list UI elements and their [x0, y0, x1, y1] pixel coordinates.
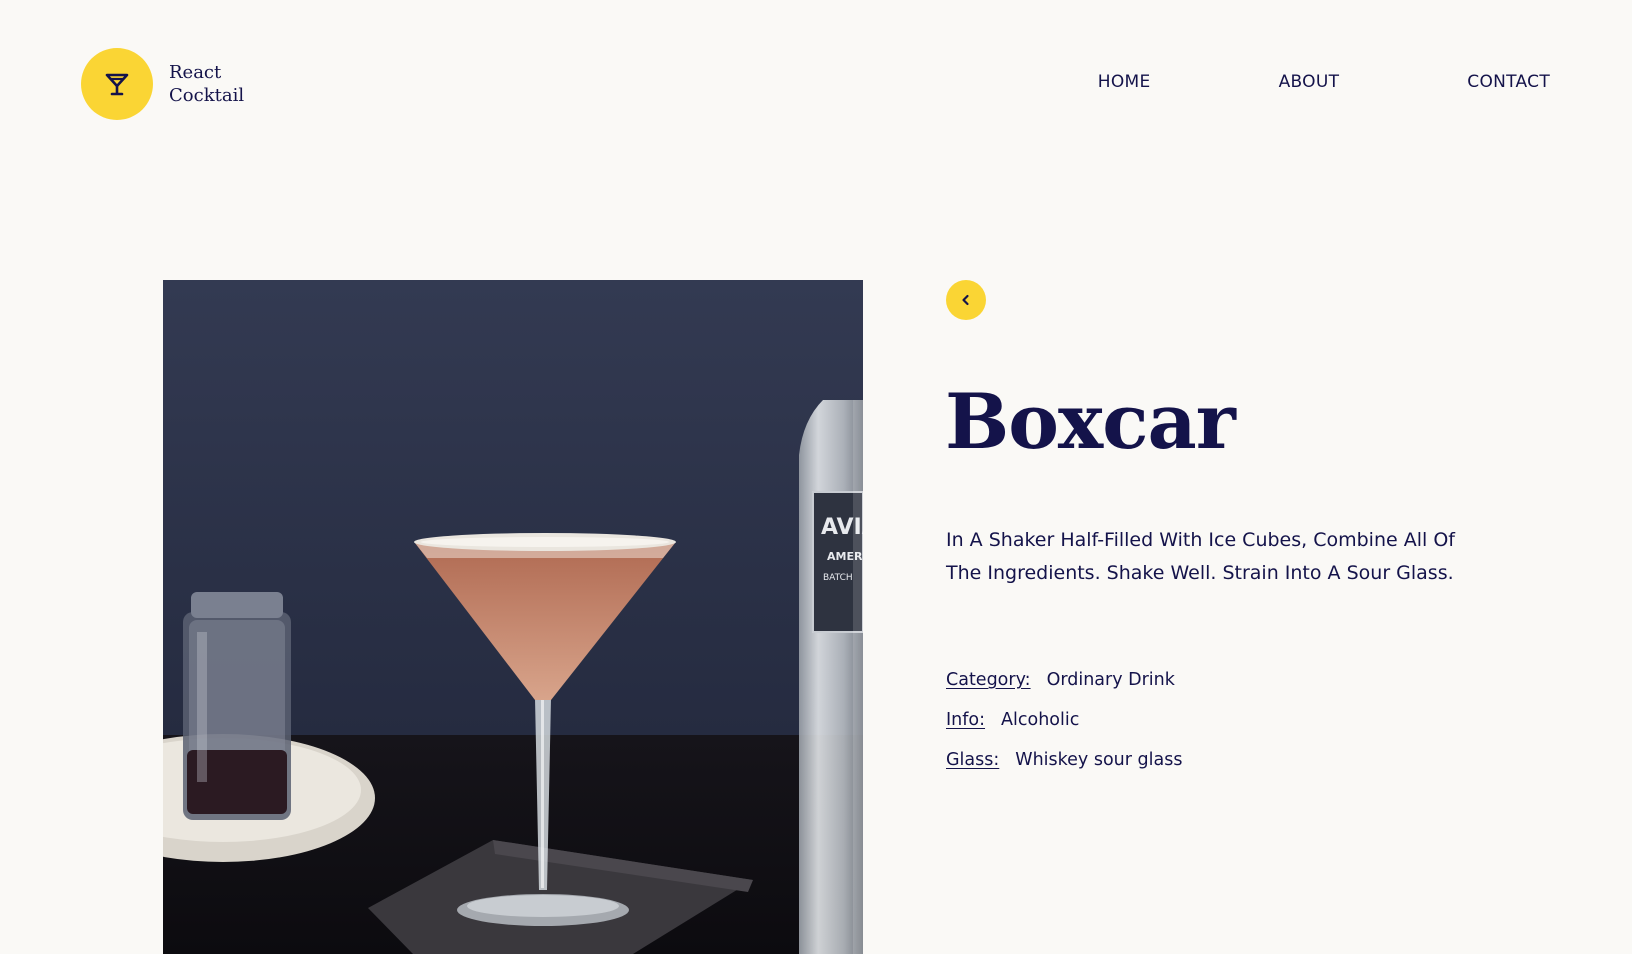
logo-text-line1: React — [169, 62, 222, 83]
detail-label-glass: Glass: — [946, 750, 1000, 770]
logo-text-line2: Cocktail — [169, 85, 245, 106]
cocktail-photo: AVIA AMER BATCH — [163, 280, 863, 954]
detail-value-info: Alcoholic — [1001, 710, 1080, 730]
drink-title: Boxcar — [945, 377, 1236, 466]
nav-link-contact[interactable]: CONTACT — [1467, 72, 1550, 92]
logo-text: React Cocktail — [169, 61, 244, 107]
detail-row-category: Category: Ordinary Drink — [946, 670, 1182, 710]
detail-row-glass: Glass: Whiskey sour glass — [946, 750, 1182, 790]
nav-link-about[interactable]: ABOUT — [1279, 72, 1340, 92]
detail-label-category: Category: — [946, 670, 1031, 690]
detail-row-info: Info: Alcoholic — [946, 710, 1182, 750]
nav-link-home[interactable]: HOME — [1098, 72, 1151, 92]
detail-value-category: Ordinary Drink — [1046, 670, 1175, 690]
drink-details: Category: Ordinary Drink Info: Alcoholic… — [946, 670, 1182, 790]
logo[interactable]: React Cocktail — [81, 48, 244, 120]
logo-badge — [81, 48, 153, 120]
main-nav: HOME ABOUT CONTACT — [1098, 72, 1550, 92]
chevron-left-icon — [962, 294, 969, 306]
svg-text:BATCH: BATCH — [823, 573, 853, 583]
detail-label-info: Info: — [946, 710, 986, 730]
cocktail-glass-icon — [105, 73, 129, 96]
drink-instructions: In A Shaker Half-Filled With Ice Cubes, … — [946, 529, 1455, 584]
detail-value-glass: Whiskey sour glass — [1015, 750, 1183, 770]
back-button[interactable] — [946, 280, 986, 320]
